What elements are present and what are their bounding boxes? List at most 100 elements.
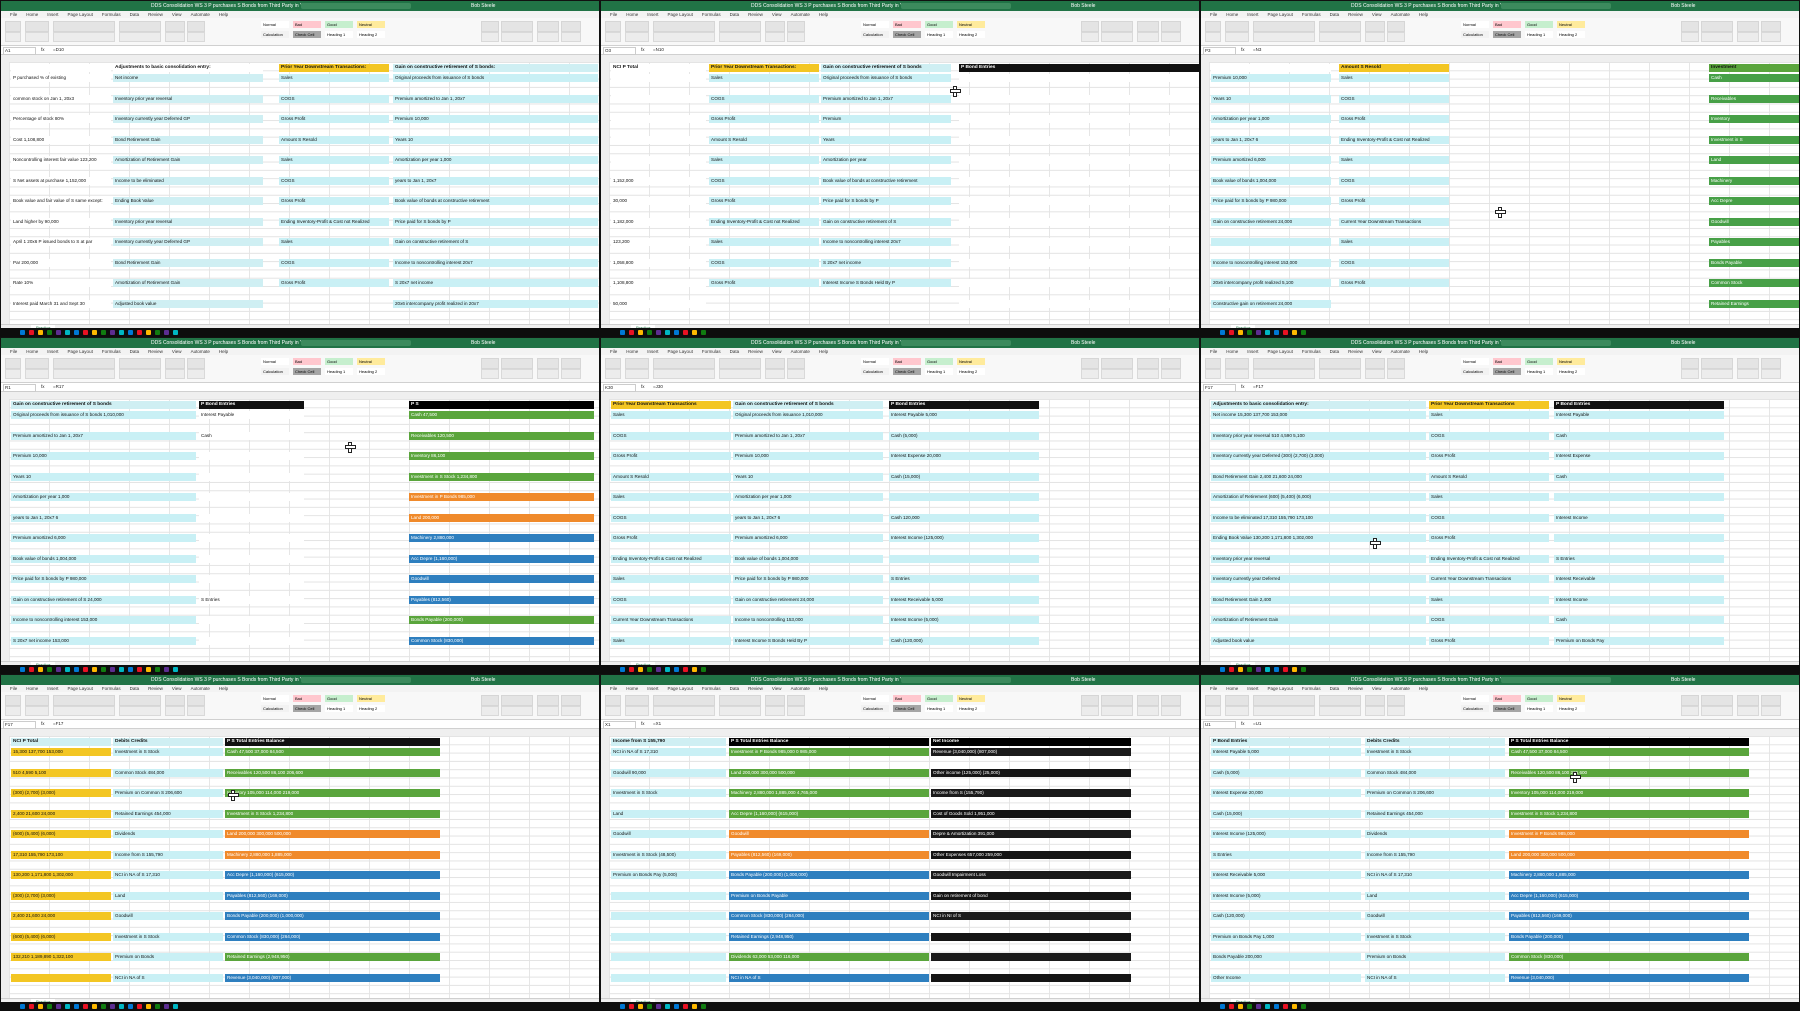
taskbar-app-icon[interactable] [137,1004,142,1009]
menu-item-review[interactable]: Review [1348,12,1363,17]
ribbon-button[interactable] [625,369,649,379]
taskbar-app-icon[interactable] [164,667,169,672]
cell-row[interactable]: Cash 47,500 37,000 84,500 [1509,748,1749,756]
cell-style-bad[interactable]: Bad [293,358,321,365]
menu-item-file[interactable]: File [610,349,617,354]
ribbon-button[interactable] [787,695,805,706]
cell-row[interactable]: (300) (2,700) (3,000) [11,891,111,900]
cell-row[interactable]: Payables [1709,238,1799,246]
cell-row[interactable]: Common Stock (830,000) (264,000) [225,932,440,941]
cell-row[interactable]: 1,152,000 [611,176,706,185]
cell-style-heading-2[interactable]: Heading 2 [957,31,985,38]
cell-style-heading-2[interactable]: Heading 2 [1557,31,1585,38]
cell-style-check-cell[interactable]: Check Cell [1493,705,1521,712]
taskbar-app-icon[interactable] [110,330,115,335]
taskbar-app-icon[interactable] [20,667,25,672]
cell-row[interactable]: Goodwill [729,830,929,838]
taskbar-app-icon[interactable] [47,667,52,672]
cell-row[interactable]: Price paid for S bonds by P [821,197,951,205]
ribbon-button[interactable] [1225,695,1249,706]
taskbar-app-icon[interactable] [638,1004,643,1009]
cell-row[interactable] [611,156,706,164]
ribbon-button[interactable] [765,21,785,32]
cell-row[interactable]: Net income [113,74,263,82]
cell-row[interactable]: Bonds Payable (200,000) [409,616,594,624]
ribbon-button[interactable] [1081,21,1099,32]
taskbar-app-icon[interactable] [83,667,88,672]
cell-row[interactable]: Gross Profit [709,115,819,123]
cell-style-neutral[interactable]: Neutral [957,695,985,702]
taskbar-app-icon[interactable] [629,667,634,672]
cell-row[interactable]: Bonds Payable (200,000) [1509,932,1749,941]
cell-row[interactable]: P purchased % of existing [11,74,111,82]
cell-grid[interactable]: P purchased % of existing common stock on… [9,62,599,324]
cell-style-normal[interactable]: Normal [261,358,289,365]
cell-row[interactable]: common stock on Jan 1, 20x3 [11,94,111,103]
cell-row[interactable]: Cash 120,000 [889,513,1039,522]
cell-style-neutral[interactable]: Neutral [357,358,385,365]
ribbon-button[interactable] [561,358,581,369]
cell-row[interactable]: Amortization per year 1,000 [733,493,883,501]
menu-item-data[interactable]: Data [730,12,740,17]
cell-row[interactable]: NCI in NA of S 17,310 [1365,871,1505,879]
cell-row[interactable]: COGS [1429,616,1549,624]
cell-style-normal[interactable]: Normal [261,21,289,28]
ribbon-button[interactable] [165,32,185,42]
cell-row[interactable] [199,534,304,542]
menu-item-file[interactable]: File [610,12,617,17]
cell-row[interactable]: Years 10 [1211,94,1331,103]
menu-item-formulas[interactable]: Formulas [702,349,721,354]
cell-style-heading-1[interactable]: Heading 1 [925,705,953,712]
ribbon-button[interactable] [1387,32,1405,42]
cell-row[interactable]: Price paid for S bonds by P [393,217,598,226]
taskbar-app-icon[interactable] [56,667,61,672]
ribbon-button[interactable] [5,32,21,42]
cell-row[interactable]: NCI in NI of S [931,912,1131,920]
ribbon-button[interactable] [25,695,49,706]
taskbar-app-icon[interactable] [1220,667,1225,672]
cell-row[interactable]: Price paid for S bonds by P 980,000 [11,575,196,583]
cell-style-calculation[interactable]: Calculation [1461,705,1489,712]
cell-row[interactable]: Interest Payable [199,411,304,419]
cell-row[interactable]: Land 200,000 300,000 500,000 [225,830,440,838]
cell-row[interactable]: Interest Income (125,000) [1211,830,1361,838]
ribbon-button[interactable] [1205,369,1221,379]
cell-style-neutral[interactable]: Neutral [957,21,985,28]
cell-row[interactable]: Sales [1429,493,1549,501]
ribbon-button[interactable] [5,706,21,716]
ribbon-button[interactable] [787,32,805,42]
cell-row[interactable]: Land [1365,891,1505,900]
cell-row[interactable]: Sales [709,238,819,246]
name-box[interactable]: X1 [603,721,636,729]
cell-style-heading-1[interactable]: Heading 1 [1525,31,1553,38]
menu-item-insert[interactable]: Insert [1247,349,1258,354]
cell-row[interactable]: Amount S Resold [279,135,389,144]
ribbon-button[interactable] [53,706,115,716]
menu-item-formulas[interactable]: Formulas [702,686,721,691]
cell-style-heading-1[interactable]: Heading 1 [325,705,353,712]
menu-item-help[interactable]: Help [219,349,228,354]
cell-row[interactable]: Investment in P Bonds 985,000 0 985,000 [729,748,929,756]
ribbon-button[interactable] [165,695,185,706]
cell-row[interactable]: Par 200,000 [11,258,111,267]
taskbar-app-icon[interactable] [701,1004,706,1009]
cell-style-bad[interactable]: Bad [893,21,921,28]
ribbon-button[interactable] [25,21,49,32]
cell-row[interactable]: (600) (5,400) (6,000) [11,830,111,838]
menu-item-data[interactable]: Data [1330,349,1340,354]
menu-item-file[interactable]: File [1210,686,1217,691]
taskbar-app-icon[interactable] [683,330,688,335]
ribbon-button[interactable] [1761,21,1781,32]
ribbon-button[interactable] [501,706,533,716]
cell-row[interactable]: 2,400 21,600 24,000 [11,912,111,920]
menu-item-automate[interactable]: Automate [791,12,810,17]
cell-row[interactable]: Bond Retirement Gain 2,400 21,600 24,000 [1211,472,1426,481]
cell-row[interactable]: Gain on constructive retirement 24,000 [733,595,883,604]
ribbon-button[interactable] [501,32,533,42]
cell-row[interactable]: Ending Book Value 130,200 1,171,800 1,30… [1211,534,1426,542]
cell-row[interactable]: Premium on Bonds [1365,953,1505,961]
cell-style-calculation[interactable]: Calculation [861,31,889,38]
cell-row[interactable]: Payables (812,560) (169,000) [729,850,929,859]
taskbar-app-icon[interactable] [83,330,88,335]
menu-item-review[interactable]: Review [748,12,763,17]
